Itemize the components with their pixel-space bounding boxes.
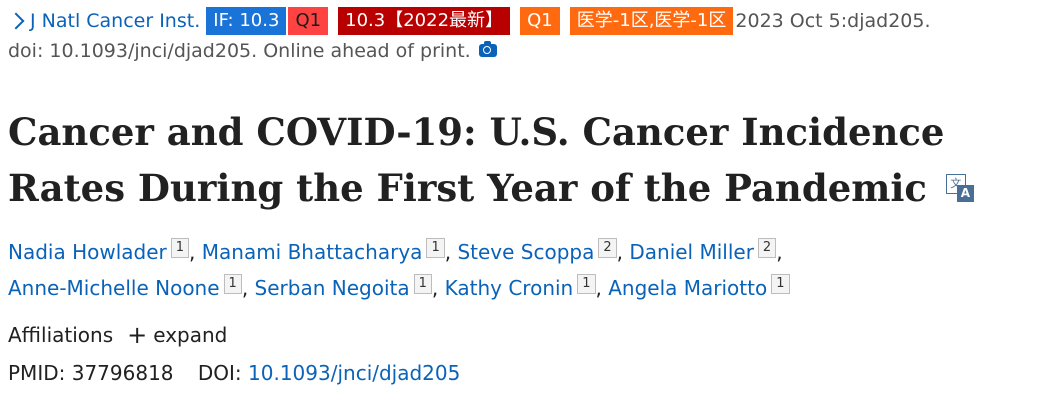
author-link[interactable]: Anne-Michelle Noone [8, 276, 220, 300]
author-link[interactable]: Daniel Miller [629, 240, 754, 264]
author-link[interactable]: Nadia Howlader [8, 240, 167, 264]
author-item: Nadia Howlader 1, [8, 238, 202, 264]
translate-icon-back: A [956, 184, 974, 202]
jcr-quartile-badge: Q1 [288, 7, 329, 35]
author-item: Manami Bhattacharya 1, [201, 238, 458, 264]
author-link[interactable]: Serban Negoita [255, 276, 410, 300]
author-item: Angela Mariotto 1 [608, 274, 790, 300]
author-link[interactable]: Angela Mariotto [608, 276, 767, 300]
journal-link[interactable]: J Natl Cancer Inst. [30, 10, 200, 32]
pmid-label: PMID: [8, 361, 66, 385]
affiliations-row: Affiliations + expand [8, 320, 1048, 350]
affiliation-ref[interactable]: 2 [757, 238, 777, 259]
doi-status-text: doi: 10.1093/jnci/djad205. Online ahead … [8, 40, 471, 62]
article-title-text: Cancer and COVID-19: U.S. Cancer Inciden… [8, 110, 945, 210]
affiliation-ref[interactable]: 1 [426, 238, 445, 259]
chevron-right-icon[interactable] [7, 12, 25, 29]
doi-label: DOI: [197, 361, 242, 385]
translate-icon[interactable]: 文 A [945, 173, 976, 204]
article-header: J Natl Cancer Inst. IF: 10.3 Q1 10.3【202… [7, 6, 1048, 388]
expand-affiliations-button[interactable]: expand [153, 323, 227, 347]
doi-link[interactable]: 10.1093/jnci/djad205 [248, 361, 460, 385]
affiliation-ref[interactable]: 1 [577, 274, 596, 295]
publication-date: 2023 Oct 5:djad205. [735, 10, 931, 32]
author-link[interactable]: Manami Bhattacharya [202, 240, 423, 264]
affiliation-ref[interactable]: 1 [413, 274, 432, 295]
identifiers-row: PMID: 37796818 DOI: 10.1093/jnci/djad205 [8, 358, 1048, 388]
affiliations-label: Affiliations [8, 323, 114, 347]
author-link[interactable]: Kathy Cronin [445, 276, 574, 300]
author-item: Anne-Michelle Noone 1, [8, 274, 255, 300]
author-list: Nadia Howlader 1, Manami Bhattacharya 1, S… [8, 234, 1048, 306]
pmid-value: 37796818 [71, 361, 174, 385]
cas-score-badge: 10.3【2022最新】 [338, 7, 511, 35]
affiliation-ref[interactable]: 1 [170, 238, 190, 259]
author-item: Daniel Miller 2, [629, 238, 783, 264]
author-item: Kathy Cronin 1, [444, 274, 609, 300]
author-item: Steve Scoppa 2, [457, 238, 630, 264]
impact-factor-badge: IF: 10.3 [206, 7, 287, 35]
plus-icon[interactable]: + [127, 320, 147, 350]
author-item: Serban Negoita 1, [254, 274, 445, 300]
camera-icon[interactable] [478, 40, 497, 57]
affiliation-ref[interactable]: 1 [223, 274, 242, 295]
page-title: Cancer and COVID-19: U.S. Cancer Inciden… [8, 104, 1048, 216]
citation-line: J Natl Cancer Inst. IF: 10.3 Q1 10.3【202… [7, 6, 1048, 36]
cas-zone-badge: 医学-1区,医学-1区 [569, 7, 734, 35]
doi-status-line: doi: 10.1093/jnci/djad205. Online ahead … [8, 36, 1048, 66]
affiliation-ref[interactable]: 1 [771, 274, 790, 295]
cas-quartile-badge: Q1 [520, 7, 560, 35]
affiliation-ref[interactable]: 2 [598, 238, 617, 259]
author-link[interactable]: Steve Scoppa [457, 240, 594, 264]
